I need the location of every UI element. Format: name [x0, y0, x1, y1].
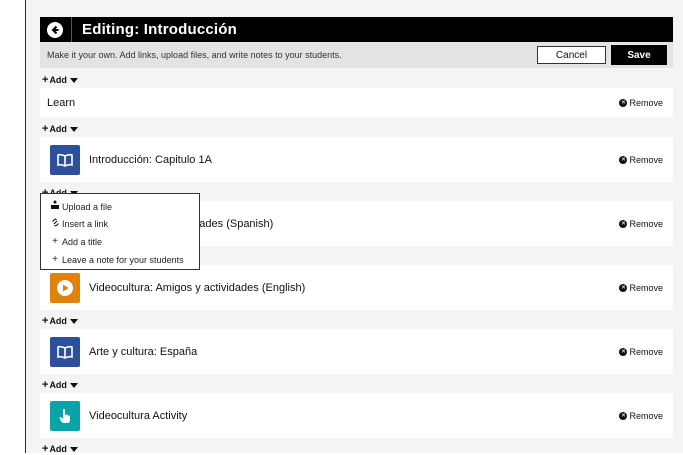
row-title: Learn: [47, 96, 76, 109]
menu-item-upload-file[interactable]: Upload a file: [51, 200, 112, 213]
caret-down-icon: [69, 446, 78, 452]
caret-down-icon: [69, 318, 78, 324]
remove-button[interactable]: ✕ Remove: [619, 155, 663, 165]
plus-icon: +: [52, 254, 58, 265]
content-row[interactable]: Videocultura: Amigos y actividades (Engl…: [40, 265, 673, 310]
upload-icon: [51, 200, 59, 213]
toolbar-description: Make it your own. Add links, upload file…: [47, 50, 342, 60]
menu-item-insert-link[interactable]: Insert a link: [51, 218, 108, 230]
plus-icon: +: [42, 379, 49, 391]
remove-label: Remove: [629, 218, 663, 229]
menu-item-label: Add a title: [62, 236, 103, 247]
editor-toolbar: Make it your own. Add links, upload file…: [40, 42, 673, 68]
save-button[interactable]: Save: [611, 45, 667, 65]
back-button[interactable]: [47, 21, 63, 38]
remove-button[interactable]: ✕ Remove: [619, 219, 663, 229]
row-title: Videocultura Activity: [89, 409, 188, 422]
plus-icon: +: [52, 236, 58, 247]
row-title: Introducción: Capitulo 1A: [89, 153, 212, 166]
book-icon: [50, 144, 80, 175]
menu-item-label: Insert a link: [62, 219, 109, 229]
add-menu-button[interactable]: + Add: [42, 443, 78, 455]
row-title: Videocultura: Amigos y actividades (Engl…: [89, 281, 306, 294]
add-label: Add: [49, 75, 67, 85]
plus-icon: +: [42, 74, 49, 86]
add-menu-button[interactable]: + Add: [42, 315, 78, 327]
add-label: Add: [49, 316, 67, 326]
remove-label: Remove: [629, 154, 663, 165]
remove-x-icon: ✕: [619, 283, 628, 292]
caret-down-icon: [69, 126, 78, 132]
remove-x-icon: ✕: [619, 98, 628, 107]
menu-item-leave-note[interactable]: + Leave a note for your students: [51, 254, 184, 265]
link-icon: [51, 218, 59, 230]
menu-item-add-title[interactable]: + Add a title: [51, 236, 102, 247]
cancel-button[interactable]: Cancel: [537, 46, 606, 64]
menu-item-label: Leave a note for your students: [62, 254, 184, 265]
content-row[interactable]: Videocultura Activity ✕ Remove: [40, 393, 673, 438]
remove-label: Remove: [629, 282, 663, 293]
remove-x-icon: ✕: [619, 155, 628, 164]
page-title: Editing: Introducción: [82, 21, 238, 38]
book-icon: [50, 336, 80, 367]
remove-label: Remove: [629, 410, 663, 421]
plus-icon: +: [42, 443, 49, 455]
remove-button[interactable]: ✕ Remove: [619, 98, 663, 108]
remove-x-icon: ✕: [619, 219, 628, 228]
add-menu-button[interactable]: + Add: [42, 123, 78, 135]
play-icon: [50, 272, 80, 303]
arrow-left-icon: [51, 25, 59, 34]
remove-label: Remove: [629, 97, 663, 108]
row-title: Arte y cultura: España: [89, 345, 198, 358]
plus-icon: +: [42, 123, 49, 135]
caret-down-icon: [69, 382, 78, 388]
caret-down-icon: [69, 77, 78, 83]
add-menu-button[interactable]: + Add: [42, 74, 78, 86]
menu-item-label: Upload a file: [62, 201, 113, 212]
section-row-learn: Learn ✕ Remove: [40, 88, 673, 117]
remove-label: Remove: [629, 346, 663, 357]
remove-button[interactable]: ✕ Remove: [619, 347, 663, 357]
remove-button[interactable]: ✕ Remove: [619, 411, 663, 421]
header-separator: [71, 17, 72, 42]
content-row[interactable]: Arte y cultura: España ✕ Remove: [40, 329, 673, 374]
add-dropdown-menu: Upload a file Insert a link + Add a titl…: [40, 193, 200, 270]
add-label: Add: [49, 124, 67, 134]
editor-header: Editing: Introducción: [40, 17, 673, 42]
add-label: Add: [49, 380, 67, 390]
remove-x-icon: ✕: [619, 347, 628, 356]
remove-button[interactable]: ✕ Remove: [619, 283, 663, 293]
add-menu-button[interactable]: + Add: [42, 379, 78, 391]
remove-x-icon: ✕: [619, 411, 628, 420]
plus-icon: +: [42, 315, 49, 327]
window-left-margin: [0, 0, 26, 453]
content-row[interactable]: Introducción: Capitulo 1A ✕ Remove: [40, 137, 673, 182]
hand-pointer-icon: [50, 400, 80, 431]
